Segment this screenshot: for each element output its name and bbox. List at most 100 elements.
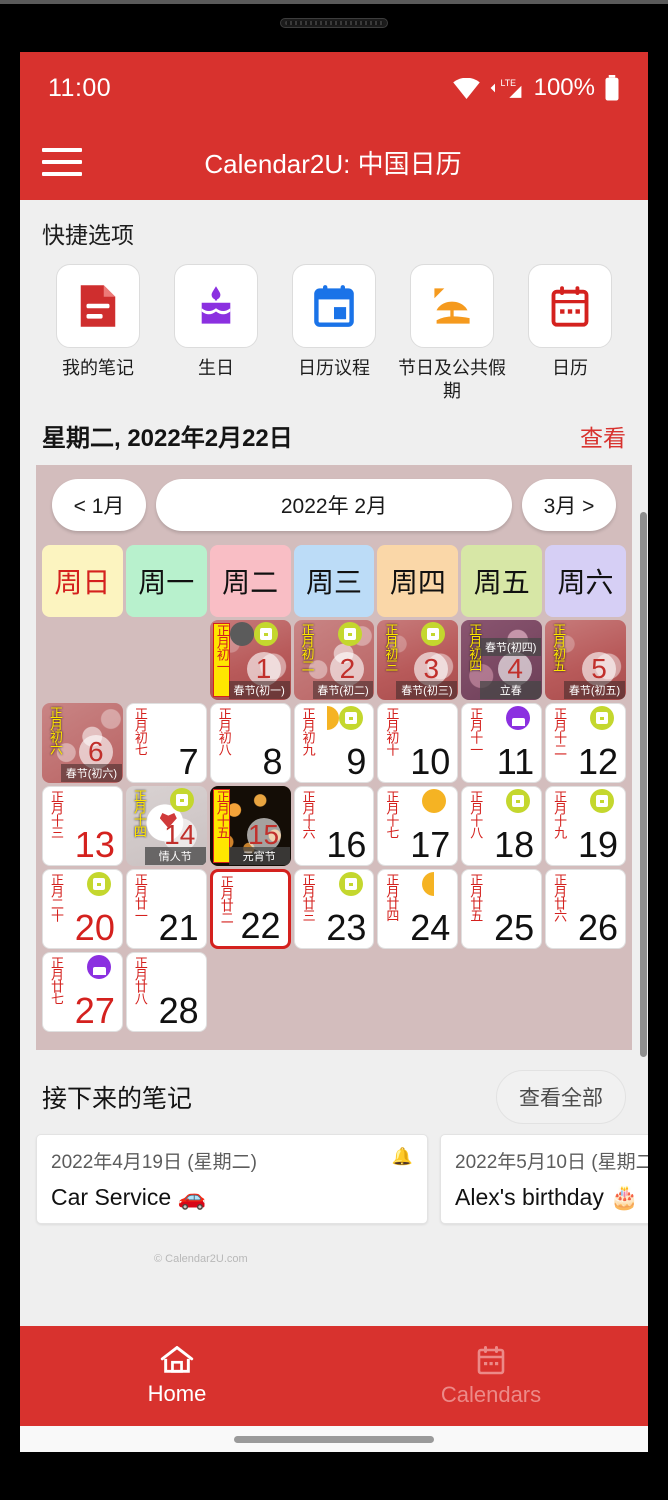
calendar-day-11[interactable]: 正月十一 11 — [461, 702, 543, 783]
calendar-day-1[interactable]: 正月初一 1 春节(初一) — [209, 619, 291, 700]
note-event-icon — [87, 871, 111, 896]
notes-view-all-button[interactable]: 查看全部 — [496, 1069, 626, 1124]
calendar-day-12[interactable]: 正月十二 12 — [545, 702, 626, 783]
calendar-cell-empty — [42, 620, 123, 700]
lunar-date-label: 正月初九 — [300, 706, 316, 755]
calendar-watermark: © Calendar2U.com — [154, 1252, 248, 1265]
battery-icon — [605, 75, 619, 101]
birthday-cake-icon — [201, 286, 231, 324]
calendar-day-8[interactable]: 正月初八 8 — [209, 702, 291, 783]
note-title: Car Service 🚗 — [51, 1183, 207, 1210]
festival-label: 春节(初六) — [61, 763, 122, 782]
shortcut-calendar-agenda[interactable]: 日历议程 — [278, 264, 390, 404]
phone-bottom-bezel — [0, 1452, 668, 1500]
calendar-day-21[interactable]: 正月廿一 21 — [125, 868, 207, 949]
lunar-date-label: 正月十四 — [131, 788, 147, 837]
note-event-icon — [590, 788, 615, 813]
calendar-icon — [551, 286, 589, 327]
nav-label: Calendars — [440, 1382, 542, 1407]
note-date: 2022年5月10日 (星期二) — [455, 1151, 648, 1173]
calendar-day-14[interactable]: 正月十四 14 情人节 — [125, 785, 207, 866]
nav-item-home[interactable]: Home — [20, 1326, 334, 1426]
day-number: 18 — [494, 823, 535, 865]
full-moon-icon — [422, 788, 447, 813]
day-number: 26 — [577, 906, 618, 948]
shortcut-calendar[interactable]: 日历 — [514, 264, 626, 404]
lunar-date-label: 正月初八 — [216, 706, 232, 755]
next-month-button[interactable]: 3月 > — [522, 478, 616, 531]
calendar-day-15[interactable]: 正月十五 15 元宵节 — [209, 785, 291, 866]
calendar-day-4[interactable]: 正月初四 4 春节(初四) 立春 — [461, 619, 543, 700]
app-bar: Calendar2U: 中国日历 — [20, 124, 648, 200]
note-card[interactable]: 2022年5月10日 (星期二) Alex's birthday 🎂 — [440, 1133, 648, 1224]
hamburger-menu-icon[interactable] — [42, 148, 82, 176]
lunar-date-label: 正月十二 — [552, 706, 568, 755]
calendar-day-25[interactable]: 正月廿五 25 — [461, 868, 543, 949]
selected-date-text: 星期二, 2022年2月22日 — [42, 424, 293, 452]
weekday-header-3: 周三 — [293, 544, 375, 617]
note-card[interactable]: 2022年4月19日 (星期二) 🔔 Car Service 🚗 — [36, 1133, 428, 1224]
day-number: 23 — [326, 906, 367, 948]
day-number: 7 — [178, 740, 199, 782]
festival-label: 元宵节 — [228, 846, 290, 865]
note-title: Alex's birthday 🎂 — [455, 1183, 639, 1210]
lunar-date-label: 正月初十 — [384, 706, 400, 755]
calendar-day-17[interactable]: 正月十七 17 — [377, 785, 459, 866]
shortcut-my-notes[interactable]: 我的笔记 — [42, 264, 154, 404]
calendar-day-13[interactable]: 正月十三 13 — [42, 785, 123, 866]
calendar-day-6[interactable]: 正月初六 6 春节(初六) — [42, 702, 123, 783]
shortcut-tile — [528, 264, 612, 348]
view-date-link[interactable]: 查看 — [580, 419, 626, 453]
prev-month-button[interactable]: < 1月 — [52, 478, 146, 531]
note-event-icon — [506, 788, 531, 813]
weekday-header-row: 周日 周一 周二 周三 周四 周五 周六 — [36, 544, 632, 617]
current-month-label[interactable]: 2022年 2月 — [156, 478, 512, 531]
festival-label: 春节(初二) — [312, 680, 374, 699]
lunar-date-label: 正月十八 — [468, 789, 484, 838]
phone-screen: 11:00 LTE 100% Calendar2U: 中国日历 快捷选项 我的笔… — [20, 52, 648, 1452]
calendar-day-18[interactable]: 正月十八 18 — [461, 785, 543, 866]
calendar-day-16[interactable]: 正月十六 16 — [293, 785, 375, 866]
nav-item-calendars[interactable]: Calendars — [334, 1326, 648, 1426]
calendar-panel: < 1月 2022年 2月 3月 > 周日 周一 周二 周三 周四 周五 周六 正月初一 1 春… — [36, 464, 632, 1265]
calendar-day-grid: 正月初一 1 春节(初一) 正月初二 2 春节(初二) 正月初三 3 春节(初三) 正月初四 4 春节… — [36, 619, 632, 1032]
calendar-day-28[interactable]: 正月廿八 28 — [125, 951, 207, 1032]
lunar-date-label: 正月廿二 — [218, 874, 234, 923]
month-navigation: < 1月 2022年 2月 3月 > — [36, 478, 632, 545]
shortcut-holidays[interactable]: 节日及公共假期 — [396, 264, 508, 404]
festival-label: 情人节 — [144, 846, 206, 865]
calendar-day-24[interactable]: 正月廿四 24 — [377, 868, 459, 949]
calendar-day-7[interactable]: 正月初七 7 — [125, 702, 207, 783]
note-event-icon — [338, 705, 363, 730]
waning-moon-icon — [314, 705, 339, 730]
lunar-date-label: 正月初五 — [551, 622, 567, 671]
day-number: 17 — [410, 823, 451, 865]
signal-icon: LTE — [490, 78, 522, 98]
note-date: 2022年4月19日 (星期二) — [51, 1151, 257, 1173]
shortcuts-section: 快捷选项 我的笔记 生日 日历议程 节日及公共假期 日历 — [20, 200, 648, 408]
calendar-day-26[interactable]: 正月廿六 26 — [545, 868, 626, 949]
calendar-day-20[interactable]: 正月二十 20 — [42, 868, 123, 949]
calendar-day-23[interactable]: 正月廿三 23 — [293, 868, 375, 949]
calendar-day-22[interactable]: 正月廿二 22 — [209, 868, 291, 949]
vertical-scrollbar[interactable] — [640, 512, 647, 1057]
shortcuts-title: 快捷选项 — [42, 222, 134, 248]
gesture-bar[interactable] — [234, 1435, 434, 1443]
calendar-day-9[interactable]: 正月初九 9 — [293, 702, 375, 783]
day-number: 24 — [410, 906, 451, 948]
calendar-day-19[interactable]: 正月十九 19 — [545, 785, 626, 866]
shortcut-label: 日历 — [552, 358, 588, 378]
calendar-day-3[interactable]: 正月初三 3 春节(初三) — [377, 619, 459, 700]
half-moon-icon — [422, 871, 447, 896]
shortcut-label: 节日及公共假期 — [398, 358, 506, 402]
lunar-date-label: 正月初四 — [467, 622, 483, 671]
day-number: 22 — [240, 904, 281, 946]
lunar-date-label: 正月初三 — [383, 622, 399, 671]
calendar-day-10[interactable]: 正月初十 10 — [377, 702, 459, 783]
note-card-header: 2022年4月19日 (星期二) 🔔 — [51, 1147, 413, 1174]
calendar-day-2[interactable]: 正月初二 2 春节(初二) — [293, 619, 375, 700]
calendar-day-5[interactable]: 正月初五 5 春节(初五) — [545, 619, 626, 700]
shortcut-birthday[interactable]: 生日 — [160, 264, 272, 404]
calendar-day-27[interactable]: 正月廿七 27 — [42, 951, 123, 1032]
weekday-header-6: 周六 — [545, 544, 626, 617]
